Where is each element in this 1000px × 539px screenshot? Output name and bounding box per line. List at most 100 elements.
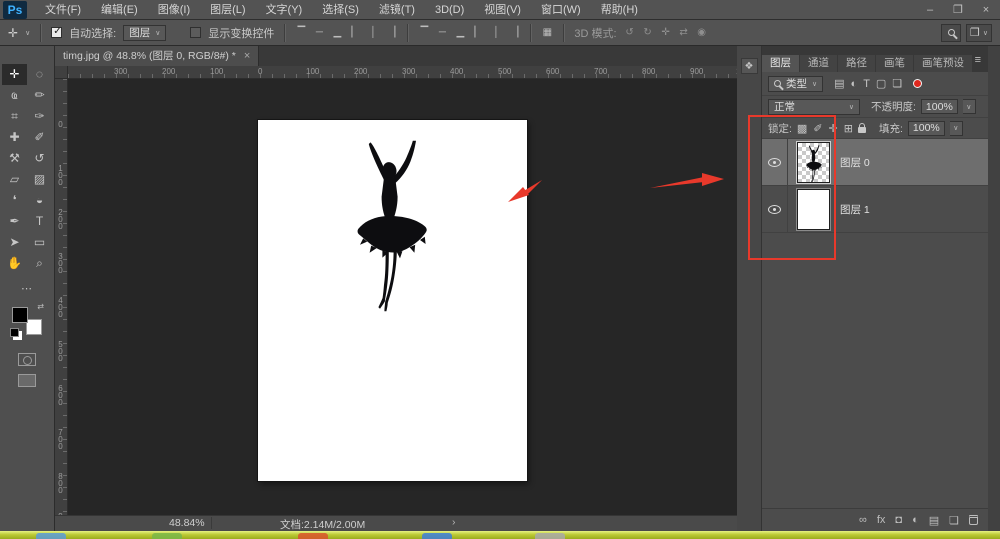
- menu-item[interactable]: 窗口(W): [531, 0, 591, 20]
- gradient-tool[interactable]: ▨: [27, 169, 52, 190]
- hand-tool[interactable]: ✋: [2, 253, 27, 274]
- taskbar-app-2[interactable]: [152, 533, 182, 539]
- panel-tab[interactable]: 通道: [800, 55, 837, 72]
- lock-artboard-icon[interactable]: ⊞: [844, 122, 853, 135]
- fill-caret[interactable]: ∨: [950, 121, 963, 136]
- panel-menu-icon[interactable]: ≡: [968, 52, 988, 69]
- foreground-color-swatch[interactable]: [12, 307, 28, 323]
- menu-item[interactable]: 选择(S): [312, 0, 369, 20]
- move-tool-icon[interactable]: ✛: [8, 26, 18, 40]
- distribute-left-edges-icon[interactable]: ▏: [472, 27, 484, 38]
- auto-select-checkbox[interactable]: [51, 27, 62, 38]
- collapsed-panel-icon[interactable]: ❖: [741, 58, 758, 74]
- 3d-drag-icon[interactable]: ✛: [660, 27, 672, 38]
- quick-selection-tool[interactable]: ✏: [27, 85, 52, 106]
- align-right-edges-icon[interactable]: ▕: [385, 27, 397, 38]
- opacity-caret[interactable]: ∨: [963, 99, 976, 114]
- pen-tool[interactable]: ✒: [2, 211, 27, 232]
- filter-type-layers-icon[interactable]: T: [863, 78, 870, 90]
- minimize-button[interactable]: –: [916, 0, 944, 20]
- ruler-origin-corner[interactable]: [55, 66, 68, 79]
- type-tool[interactable]: T: [27, 211, 52, 232]
- shape-tool[interactable]: ▭: [27, 232, 52, 253]
- eraser-tool[interactable]: ▱: [2, 169, 27, 190]
- align-bottom-edges-icon[interactable]: ▁: [331, 27, 343, 38]
- history-brush-tool[interactable]: ↺: [27, 148, 52, 169]
- panel-tab[interactable]: 路径: [838, 55, 875, 72]
- panel-tab[interactable]: 图层: [762, 55, 799, 72]
- taskbar-app-3[interactable]: [298, 533, 328, 539]
- taskbar-app-4[interactable]: [422, 533, 452, 539]
- distribute-vertical-centers-icon[interactable]: ─: [436, 27, 448, 38]
- path-selection-tool[interactable]: ➤: [2, 232, 27, 253]
- layer-effects-icon[interactable]: fx: [877, 514, 886, 526]
- document-tab[interactable]: timg.jpg @ 48.8% (图层 0, RGB/8#) * ×: [55, 46, 259, 66]
- menu-item[interactable]: 滤镜(T): [369, 0, 425, 20]
- pasteboard[interactable]: [68, 79, 737, 515]
- fill-field[interactable]: 100%: [908, 121, 945, 136]
- close-tab-icon[interactable]: ×: [244, 46, 250, 66]
- 3d-rotate-icon[interactable]: ↺: [624, 27, 636, 38]
- distribute-horizontal-centers-icon[interactable]: │: [490, 27, 502, 38]
- edit-toolbar-icon[interactable]: ⋯: [0, 282, 54, 295]
- auto-align-layers-icon[interactable]: ▦: [541, 27, 553, 38]
- close-button[interactable]: ×: [972, 0, 1000, 20]
- menu-item[interactable]: 视图(V): [474, 0, 531, 20]
- tool-preset-caret-icon[interactable]: ∨: [25, 29, 30, 37]
- zoom-tool[interactable]: ⌕: [27, 253, 52, 274]
- layer-name[interactable]: 图层 1: [840, 202, 870, 217]
- menu-item[interactable]: 图像(I): [148, 0, 200, 20]
- panel-tab[interactable]: 画笔: [876, 55, 913, 72]
- panel-tab[interactable]: 画笔预设: [914, 55, 972, 72]
- menu-item[interactable]: 3D(D): [425, 0, 474, 20]
- align-horizontal-centers-icon[interactable]: │: [367, 27, 379, 38]
- vertical-ruler[interactable]: 0100200300400500600700800900: [55, 79, 68, 515]
- menu-item[interactable]: 文字(Y): [256, 0, 313, 20]
- distribute-right-edges-icon[interactable]: ▕: [508, 27, 520, 38]
- blur-tool[interactable]: ❛: [2, 190, 27, 211]
- filter-shape-layers-icon[interactable]: ▢: [876, 77, 886, 90]
- show-transform-controls-checkbox[interactable]: [190, 27, 201, 38]
- taskbar-app-5[interactable]: [535, 533, 565, 539]
- marquee-tool[interactable]: ◌: [27, 64, 52, 85]
- 3d-roll-icon[interactable]: ↻: [642, 27, 654, 38]
- workspace-switcher[interactable]: ❐ ∨: [966, 24, 992, 42]
- eyedropper-tool[interactable]: ✑: [27, 106, 52, 127]
- background-color-swatch[interactable]: [26, 319, 42, 335]
- brush-tool[interactable]: ✐: [27, 127, 52, 148]
- document-canvas[interactable]: [258, 120, 527, 481]
- menu-item[interactable]: 编辑(E): [91, 0, 148, 20]
- distribute-top-edges-icon[interactable]: ▔: [418, 27, 430, 38]
- distribute-bottom-edges-icon[interactable]: ▁: [454, 27, 466, 38]
- new-adjustment-layer-icon[interactable]: ◐: [912, 514, 919, 526]
- zoom-level-field[interactable]: 48.84%: [163, 517, 212, 529]
- filter-type-dropdown[interactable]: 类型 ∨: [768, 76, 823, 92]
- blend-mode-dropdown[interactable]: 正常 ∨: [768, 99, 860, 115]
- clone-stamp-tool[interactable]: ⚒: [2, 148, 27, 169]
- filter-toggle-icon[interactable]: [913, 79, 922, 88]
- menu-item[interactable]: 帮助(H): [591, 0, 648, 20]
- filter-pixel-layers-icon[interactable]: ▤: [834, 77, 844, 90]
- opacity-field[interactable]: 100%: [921, 99, 958, 114]
- align-top-edges-icon[interactable]: ▔: [295, 27, 307, 38]
- horizontal-ruler[interactable]: 3002001000100200300400500600700800900100…: [68, 66, 737, 79]
- 3d-scale-icon[interactable]: ◉: [696, 27, 708, 38]
- 3d-slide-icon[interactable]: ⇄: [678, 27, 690, 38]
- taskbar-app-1[interactable]: [36, 533, 66, 539]
- align-left-edges-icon[interactable]: ▏: [349, 27, 361, 38]
- lasso-tool[interactable]: ҩ: [2, 85, 27, 106]
- status-options-arrow[interactable]: ›: [452, 516, 456, 528]
- menu-item[interactable]: 文件(F): [35, 0, 91, 20]
- auto-select-target-dropdown[interactable]: 图层 ∨: [123, 25, 166, 41]
- spot-healing-brush-tool[interactable]: ✚: [2, 127, 27, 148]
- move-tool[interactable]: ✛: [2, 64, 27, 85]
- dodge-tool[interactable]: ◒: [27, 190, 52, 211]
- new-group-icon[interactable]: ▤: [929, 514, 939, 527]
- align-vertical-centers-icon[interactable]: ─: [313, 27, 325, 38]
- swap-colors-icon[interactable]: ⇄: [37, 302, 44, 311]
- filter-adjustment-layers-icon[interactable]: ◐: [851, 78, 858, 90]
- crop-tool[interactable]: ⌗: [2, 106, 27, 127]
- delete-layer-icon[interactable]: [969, 515, 978, 525]
- filter-smart-objects-icon[interactable]: ❏: [892, 77, 902, 90]
- menu-item[interactable]: 图层(L): [200, 0, 255, 20]
